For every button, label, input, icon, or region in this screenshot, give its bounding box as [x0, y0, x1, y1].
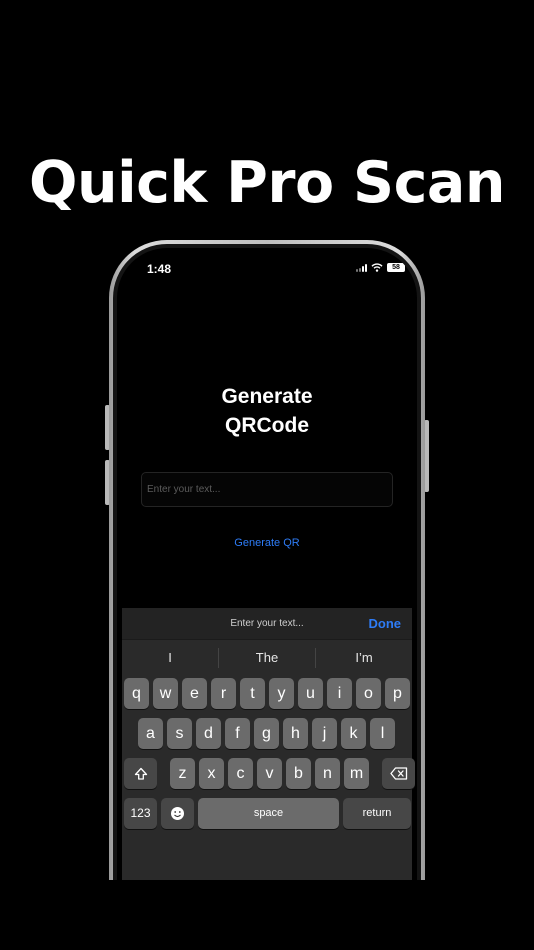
return-key[interactable]: return — [343, 798, 411, 829]
text-input[interactable]: Enter your text... — [141, 472, 393, 507]
phone-frame: 1:48 58 Generate QRCode Enter your text.… — [109, 240, 425, 880]
key-row-1: q w e r t y u i o p — [124, 678, 410, 709]
emoji-icon — [171, 807, 184, 820]
key-a[interactable]: a — [138, 718, 163, 749]
generate-qr-button[interactable]: Generate QR — [117, 537, 417, 549]
shift-key[interactable] — [124, 758, 157, 789]
key-row-3: z x c v b n m — [124, 758, 415, 789]
shift-icon — [134, 767, 147, 780]
numbers-key[interactable]: 123 — [124, 798, 157, 829]
key-t[interactable]: t — [240, 678, 265, 709]
key-h[interactable]: h — [283, 718, 308, 749]
wifi-icon — [371, 263, 383, 272]
space-key[interactable]: space — [198, 798, 339, 829]
key-p[interactable]: p — [385, 678, 410, 709]
key-b[interactable]: b — [286, 758, 311, 789]
signal-icon — [356, 263, 367, 272]
key-q[interactable]: q — [124, 678, 149, 709]
status-icons: 58 — [356, 263, 405, 272]
key-m[interactable]: m — [344, 758, 369, 789]
keyboard: Enter your text... Done I The I’m q w e … — [122, 608, 415, 880]
key-o[interactable]: o — [356, 678, 381, 709]
key-row-4: 123 space return — [124, 798, 411, 829]
backspace-key[interactable] — [382, 758, 415, 789]
key-v[interactable]: v — [257, 758, 282, 789]
key-w[interactable]: w — [153, 678, 178, 709]
key-n[interactable]: n — [315, 758, 340, 789]
key-u[interactable]: u — [298, 678, 323, 709]
page-title: Generate QRCode — [221, 385, 313, 437]
promo-headline: Quick Pro Scan — [29, 150, 505, 216]
key-l[interactable]: l — [370, 718, 395, 749]
key-row-2: a s d f g h j k l — [138, 718, 395, 749]
backspace-icon — [389, 767, 407, 780]
status-time: 1:48 — [147, 262, 172, 276]
key-j[interactable]: j — [312, 718, 337, 749]
prediction-item[interactable]: I’m — [316, 648, 412, 668]
key-x[interactable]: x — [199, 758, 224, 789]
key-c[interactable]: c — [228, 758, 253, 789]
prediction-item[interactable]: I — [122, 647, 219, 668]
phone-bezel: 1:48 58 Generate QRCode Enter your text.… — [113, 244, 421, 880]
emoji-key[interactable] — [161, 798, 194, 829]
phone-screen: 1:48 58 Generate QRCode Enter your text.… — [117, 248, 417, 880]
done-button[interactable]: Done — [369, 616, 402, 631]
key-k[interactable]: k — [341, 718, 366, 749]
key-d[interactable]: d — [196, 718, 221, 749]
keyboard-toolbar: Enter your text... Done — [122, 608, 412, 640]
battery-icon: 58 — [387, 263, 405, 272]
prediction-item[interactable]: The — [219, 647, 316, 668]
key-i[interactable]: i — [327, 678, 352, 709]
key-z[interactable]: z — [170, 758, 195, 789]
key-e[interactable]: e — [182, 678, 207, 709]
prediction-bar: I The I’m — [122, 640, 412, 675]
key-f[interactable]: f — [225, 718, 250, 749]
key-r[interactable]: r — [211, 678, 236, 709]
key-s[interactable]: s — [167, 718, 192, 749]
key-g[interactable]: g — [254, 718, 279, 749]
key-y[interactable]: y — [269, 678, 294, 709]
